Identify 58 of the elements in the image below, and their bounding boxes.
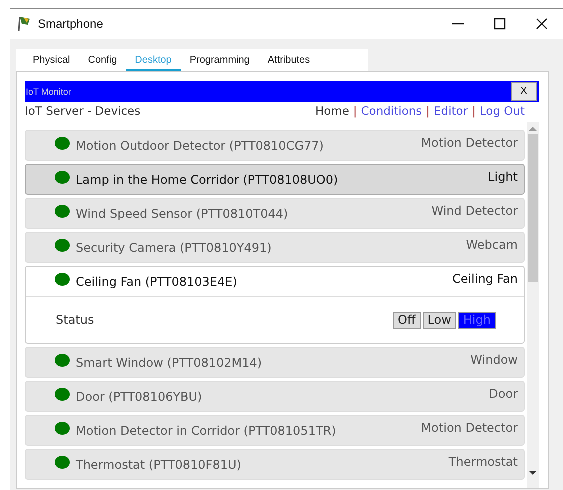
- page-heading: IoT Server - Devices: [25, 104, 141, 118]
- nav-link[interactable]: Conditions: [361, 104, 422, 118]
- nav-link[interactable]: Log Out: [480, 104, 525, 118]
- nav-link[interactable]: Editor: [434, 104, 468, 118]
- status-label: Status: [56, 313, 94, 327]
- device-name: Door (PTT08106YBU): [76, 390, 204, 404]
- tab[interactable]: Attributes: [258, 49, 320, 71]
- nav-link[interactable]: Home: [315, 104, 350, 118]
- device-name: Smart Window (PTT08102M14): [76, 356, 264, 370]
- device-type: Thermostat: [448, 455, 518, 469]
- device-name: Motion Outdoor Detector (PTT0810CG77): [76, 138, 325, 152]
- device-type: Light: [488, 170, 518, 184]
- device-type: Ceiling Fan: [452, 272, 518, 286]
- separator: |: [353, 104, 358, 118]
- device-name: Security Camera (PTT0810Y491): [76, 240, 273, 254]
- device-name: Ceiling Fan (PTT08103E4E): [76, 274, 238, 288]
- device-type: Door: [489, 387, 518, 401]
- device-type: Motion Detector: [421, 136, 518, 150]
- device-type: Wind Detector: [432, 204, 518, 218]
- window-title: Smartphone: [38, 17, 104, 31]
- scrollbar[interactable]: [527, 122, 539, 488]
- device-row[interactable]: Door (PTT08106YBU) Door: [25, 381, 525, 412]
- device-type: Window: [470, 353, 518, 367]
- device-row[interactable]: Lamp in the Home Corridor (PTT08108UO0) Light: [25, 164, 525, 195]
- device-row[interactable]: Smart Window (PTT08102M14) Window: [25, 347, 525, 378]
- tab[interactable]: Config: [79, 49, 126, 71]
- device-row[interactable]: Motion Outdoor Detector (PTT0810CG77) Motion Detector: [25, 130, 525, 161]
- device-row[interactable]: Security Camera (PTT0810Y491) Webcam: [25, 232, 525, 263]
- tab[interactable]: Physical: [24, 49, 80, 71]
- tab[interactable]: Programming: [180, 49, 259, 71]
- device-type: Motion Detector: [421, 421, 518, 435]
- status-dot: [55, 422, 70, 435]
- status-option[interactable]: Off: [393, 312, 421, 328]
- device-name: Wind Speed Sensor (PTT0810T044): [76, 206, 290, 220]
- device-row[interactable]: Ceiling Fan (PTT08103E4E) Ceiling Fan Status Off Low High: [25, 266, 525, 344]
- status-dot: [55, 273, 70, 286]
- status-dot: [55, 205, 70, 218]
- device-type: Webcam: [466, 238, 518, 252]
- maximize-icon[interactable]: [493, 17, 507, 31]
- status-dot: [55, 388, 70, 401]
- separator: |: [472, 104, 476, 118]
- separator: |: [426, 104, 430, 118]
- status-dot: [55, 171, 70, 184]
- device-row[interactable]: Wind Speed Sensor (PTT0810T044) Wind Detector: [25, 198, 525, 229]
- status-option[interactable]: Low: [422, 312, 456, 328]
- close-icon[interactable]: [535, 17, 549, 31]
- device-name: Thermostat (PTT0810F81U): [76, 458, 242, 472]
- status-dot: [55, 456, 70, 469]
- device-name: Motion Detector in Corridor (PTT081051TR): [76, 424, 338, 438]
- status-dot: [55, 137, 70, 150]
- status-dot: [55, 239, 70, 252]
- scroll-down-icon[interactable]: [529, 470, 537, 476]
- app-title: IoT Monitor: [26, 86, 72, 96]
- close-button[interactable]: X: [511, 82, 537, 101]
- device-row[interactable]: Thermostat (PTT0810F81U) Thermostat: [25, 449, 525, 480]
- device-row[interactable]: Motion Detector in Corridor (PTT081051TR) Motion Detector: [25, 415, 525, 446]
- device-name: Lamp in the Home Corridor (PTT08108UO0): [76, 172, 340, 186]
- status-dot: [55, 354, 70, 367]
